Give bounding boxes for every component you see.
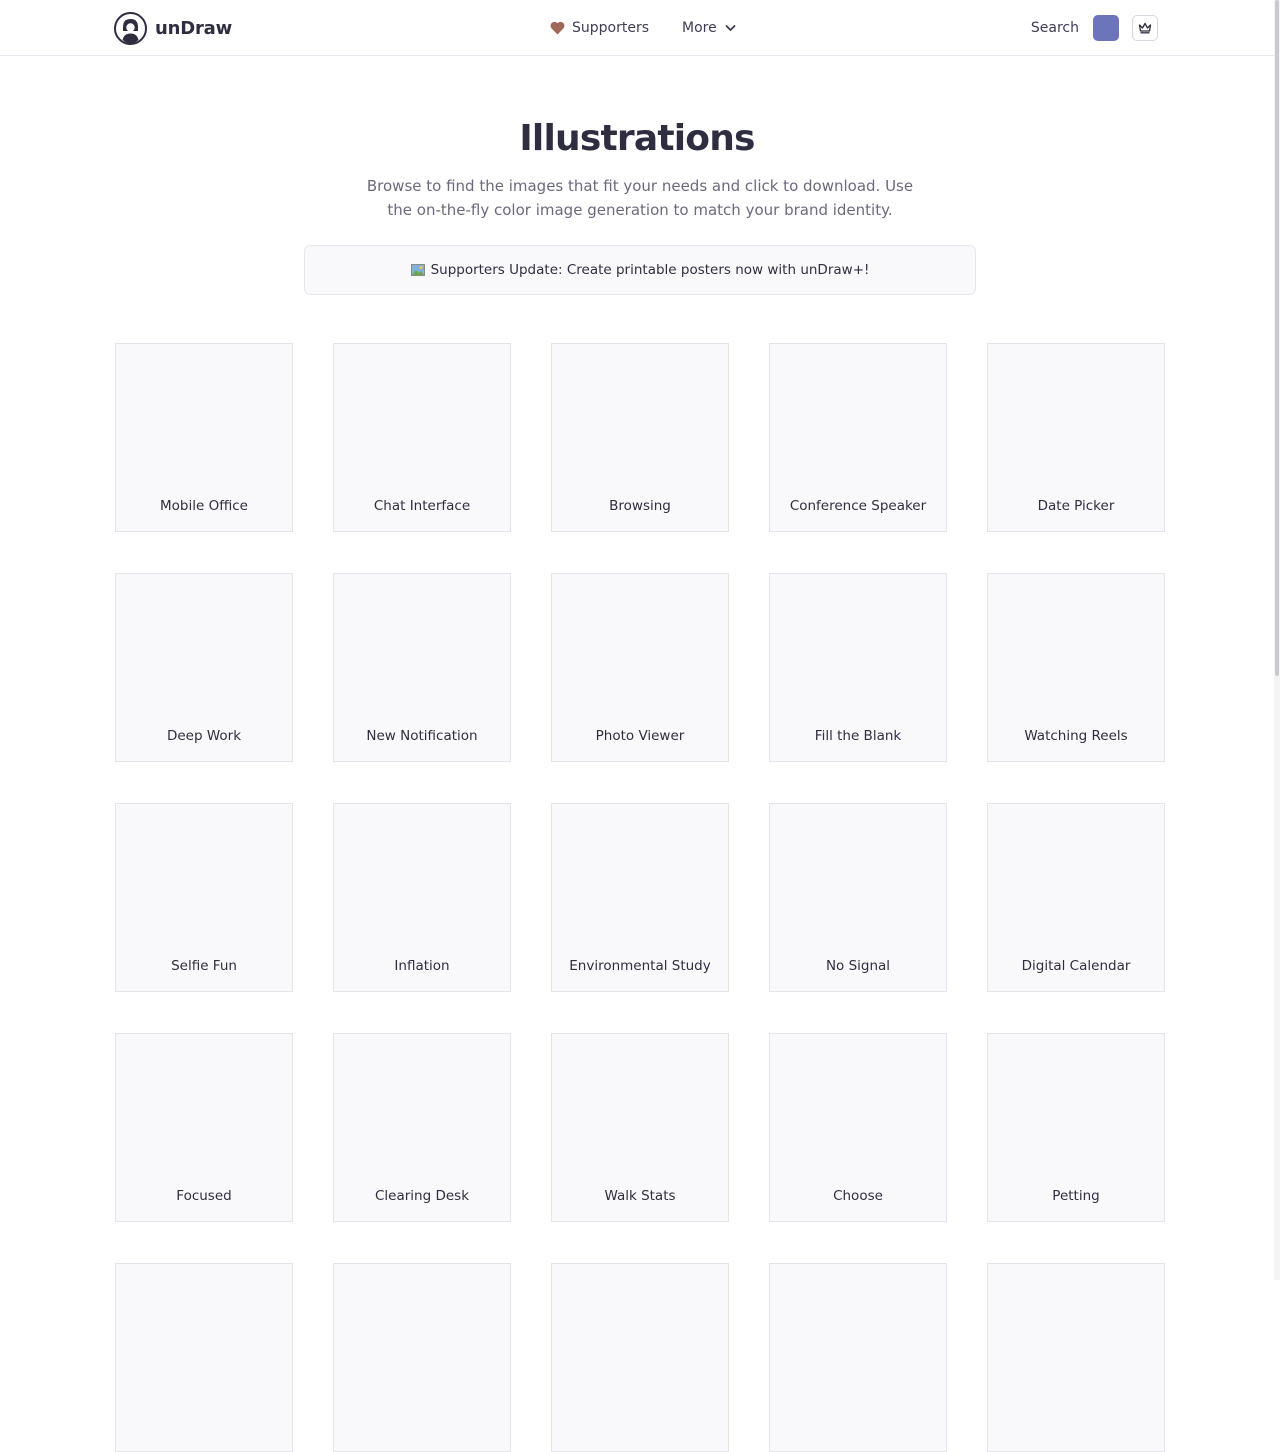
header-tools: Search (1031, 15, 1158, 41)
illustration-title: Fill the Blank (814, 728, 902, 744)
illustration-title: Walk Stats (604, 1188, 676, 1204)
illustration-card[interactable] (551, 1263, 729, 1452)
illustration-title: Selfie Fun (171, 958, 237, 974)
illustration-card[interactable]: New Notification (333, 573, 511, 762)
illustration-title: No Signal (825, 958, 891, 974)
illustration-card[interactable]: Conference Speaker (769, 343, 947, 532)
illustration-title: Chat Interface (373, 498, 471, 514)
illustration-card[interactable]: Inflation (333, 803, 511, 992)
undraw-plus-button[interactable] (1132, 15, 1158, 41)
illustration-title: New Notification (366, 728, 478, 744)
illustration-title: Deep Work (166, 728, 242, 744)
color-picker-swatch[interactable] (1093, 15, 1119, 41)
illustration-card[interactable] (769, 1263, 947, 1452)
illustration-card[interactable]: Digital Calendar (987, 803, 1165, 992)
illustration-card[interactable]: Mobile Office (115, 343, 293, 532)
main-nav: Supporters More (550, 0, 736, 56)
illustration-title: Date Picker (1037, 498, 1115, 514)
illustration-title: Browsing (609, 498, 671, 514)
illustration-title: Clearing Desk (374, 1188, 470, 1204)
site-header: unDraw Supporters More Search (0, 0, 1274, 56)
illustration-title: Digital Calendar (1021, 958, 1131, 974)
logo-link[interactable]: unDraw (114, 12, 232, 45)
illustration-card[interactable]: No Signal (769, 803, 947, 992)
illustration-card[interactable]: Choose (769, 1033, 947, 1222)
nav-more-dropdown[interactable]: More (682, 20, 736, 36)
heart-icon (550, 21, 565, 35)
banner-text: Supporters Update: Create printable post… (430, 262, 870, 278)
illustration-card[interactable] (115, 1263, 293, 1452)
illustration-card[interactable]: Chat Interface (333, 343, 511, 532)
scrollbar-thumb[interactable] (1275, 0, 1279, 676)
page-title: Illustrations (519, 118, 755, 159)
illustration-card[interactable] (987, 1263, 1165, 1452)
nav-supporters[interactable]: Supporters (550, 20, 649, 36)
illustration-title: Conference Speaker (789, 498, 927, 514)
illustration-card[interactable]: Date Picker (987, 343, 1165, 532)
supporters-update-banner[interactable]: Supporters Update: Create printable post… (304, 245, 976, 295)
illustration-card[interactable]: Fill the Blank (769, 573, 947, 762)
illustration-card[interactable]: Environmental Study (551, 803, 729, 992)
illustration-card[interactable]: Walk Stats (551, 1033, 729, 1222)
illustration-title: Petting (1052, 1188, 1100, 1204)
illustration-title: Inflation (394, 958, 450, 974)
illustration-card[interactable]: Browsing (551, 343, 729, 532)
illustration-grid: Mobile Office Chat Interface Browsing Co… (115, 343, 1165, 1452)
page-subtitle: Browse to find the images that fit your … (366, 177, 914, 219)
search-button[interactable]: Search (1031, 20, 1079, 36)
illustration-card[interactable]: Watching Reels (987, 573, 1165, 762)
undraw-logo-icon (114, 12, 147, 45)
illustration-title: Choose (833, 1188, 883, 1204)
illustration-title: Environmental Study (569, 958, 711, 974)
page-scrollbar[interactable] (1274, 0, 1280, 1280)
illustration-title: Photo Viewer (595, 728, 685, 744)
chevron-down-icon (725, 25, 736, 31)
illustration-card[interactable]: Deep Work (115, 573, 293, 762)
nav-more-label: More (682, 20, 717, 36)
illustration-card[interactable]: Selfie Fun (115, 803, 293, 992)
illustration-title: Focused (176, 1188, 232, 1204)
illustration-card[interactable]: Petting (987, 1033, 1165, 1222)
illustration-title: Mobile Office (160, 498, 248, 514)
crown-icon (1138, 22, 1152, 34)
nav-supporters-label: Supporters (572, 20, 650, 36)
framed-picture-icon (410, 264, 425, 276)
illustration-card[interactable]: Clearing Desk (333, 1033, 511, 1222)
brand-name: unDraw (155, 18, 233, 39)
illustration-card[interactable]: Photo Viewer (551, 573, 729, 762)
illustration-title: Watching Reels (1024, 728, 1128, 744)
illustration-card[interactable] (333, 1263, 511, 1452)
illustration-card[interactable]: Focused (115, 1033, 293, 1222)
